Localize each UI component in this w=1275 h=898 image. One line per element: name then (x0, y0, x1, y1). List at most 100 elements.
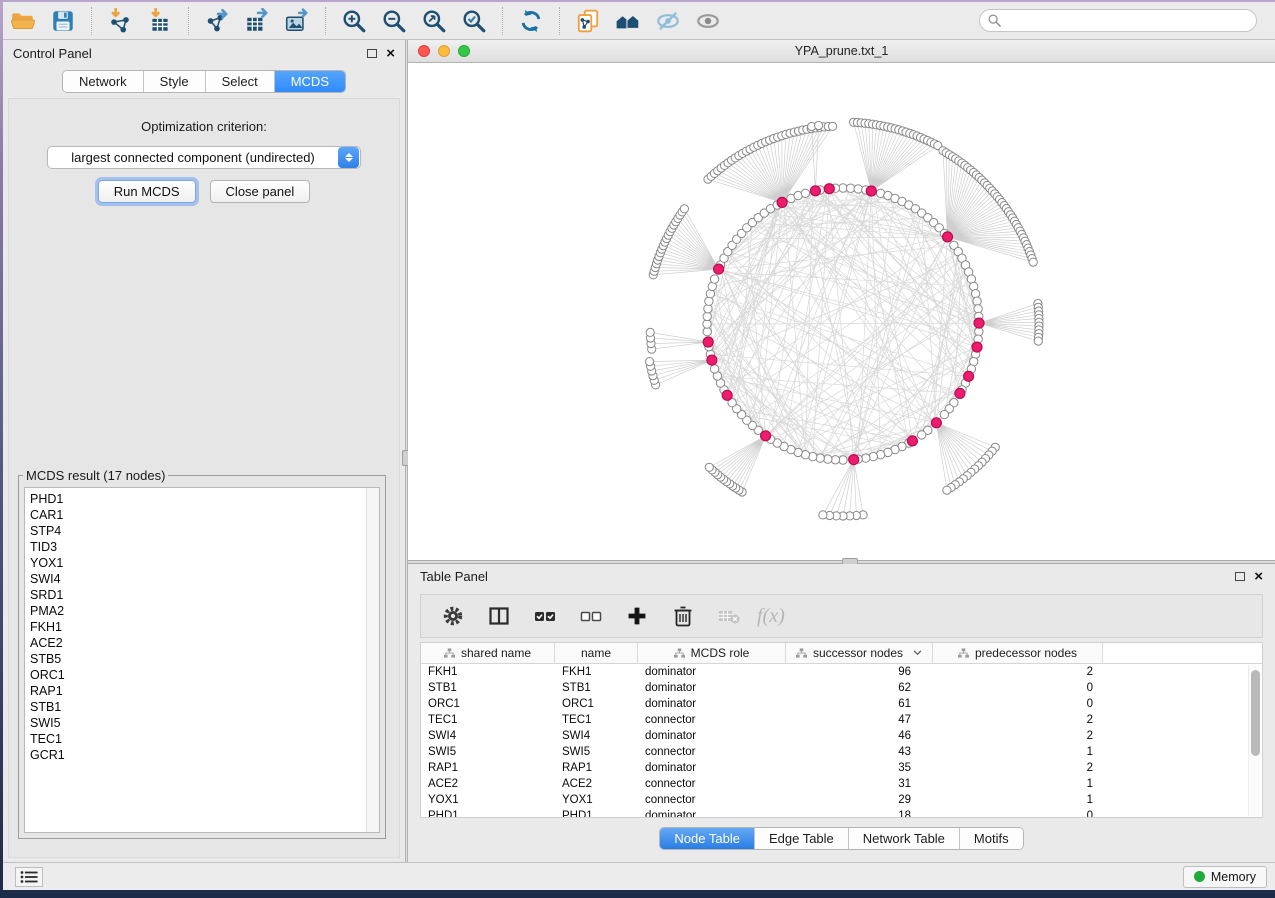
result-node[interactable]: GCR1 (30, 747, 366, 763)
table-row[interactable]: ACE2ACE2connector311 (421, 776, 1262, 792)
run-mcds-button[interactable]: Run MCDS (98, 180, 196, 203)
export-network-button[interactable] (197, 5, 237, 37)
float-panel-icon[interactable] (367, 49, 377, 58)
table-cell[interactable]: ORC1 (421, 698, 555, 710)
table-cell[interactable]: TEC1 (555, 714, 638, 726)
table-cell[interactable]: YOX1 (555, 794, 638, 806)
result-node[interactable]: RAP1 (30, 683, 366, 699)
result-node[interactable]: STB1 (30, 699, 366, 715)
tab-network[interactable]: Network (63, 71, 144, 92)
result-node[interactable]: ORC1 (30, 667, 366, 683)
result-node[interactable]: CAR1 (30, 507, 366, 523)
table-cell[interactable]: TEC1 (421, 714, 555, 726)
tab-node-table[interactable]: Node Table (660, 828, 755, 849)
result-node[interactable]: ACE2 (30, 635, 366, 651)
close-panel-button[interactable]: Close panel (210, 180, 311, 203)
table-cell[interactable]: SWI4 (421, 730, 555, 742)
table-cell[interactable]: FKH1 (421, 666, 555, 678)
zoom-fit-button[interactable] (414, 5, 454, 37)
table-cell[interactable]: SWI5 (421, 746, 555, 758)
table-cell[interactable]: 2 (933, 762, 1103, 774)
table-cell[interactable]: 29 (786, 794, 933, 806)
table-scrollbar[interactable] (1248, 665, 1261, 816)
table-cell[interactable]: SWI4 (555, 730, 638, 742)
table-cell[interactable]: dominator (638, 666, 786, 678)
table-row[interactable]: FKH1FKH1dominator962 (421, 664, 1262, 680)
memory-button[interactable]: Memory (1183, 866, 1267, 888)
apply-layout-button[interactable] (511, 5, 551, 37)
result-node[interactable]: TEC1 (30, 731, 366, 747)
result-node[interactable]: STP4 (30, 523, 366, 539)
result-node[interactable]: SWI5 (30, 715, 366, 731)
tab-select[interactable]: Select (206, 71, 275, 92)
result-node[interactable]: PHD1 (30, 491, 366, 507)
result-node[interactable]: SRD1 (30, 587, 366, 603)
table-cell[interactable]: dominator (638, 698, 786, 710)
hide-selected-button[interactable] (648, 5, 688, 37)
criterion-select[interactable]: largest connected component (undirected) (47, 146, 361, 169)
export-table-button[interactable] (237, 5, 277, 37)
table-cell[interactable]: 1 (933, 746, 1103, 758)
table-cell[interactable]: PHD1 (555, 810, 638, 818)
table-cell[interactable]: 61 (786, 698, 933, 710)
select-all-columns-button[interactable] (527, 599, 563, 633)
first-neighbors-button[interactable] (608, 5, 648, 37)
export-image-button[interactable] (277, 5, 317, 37)
table-cell[interactable]: 0 (933, 810, 1103, 818)
column-header-predecessor-nodes[interactable]: predecessor nodes (933, 643, 1103, 663)
table-cell[interactable]: 2 (933, 666, 1103, 678)
float-panel-icon[interactable] (1235, 572, 1245, 581)
table-cell[interactable]: RAP1 (555, 762, 638, 774)
unselect-all-columns-button[interactable] (573, 599, 609, 633)
table-row[interactable]: SWI4SWI4dominator462 (421, 728, 1262, 744)
result-node[interactable]: STB5 (30, 651, 366, 667)
table-cell[interactable]: connector (638, 778, 786, 790)
table-cell[interactable]: dominator (638, 730, 786, 742)
table-cell[interactable]: connector (638, 746, 786, 758)
tab-mcds[interactable]: MCDS (275, 71, 345, 92)
table-cell[interactable]: dominator (638, 762, 786, 774)
table-cell[interactable]: 2 (933, 730, 1103, 742)
tab-style[interactable]: Style (144, 71, 206, 92)
import-table-button[interactable] (140, 5, 180, 37)
delete-column-button[interactable] (665, 599, 701, 633)
table-cell[interactable]: FKH1 (555, 666, 638, 678)
table-cell[interactable]: RAP1 (421, 762, 555, 774)
create-column-button[interactable] (619, 599, 655, 633)
import-network-button[interactable] (100, 5, 140, 37)
table-row[interactable]: ORC1ORC1dominator610 (421, 696, 1262, 712)
table-cell[interactable]: 96 (786, 666, 933, 678)
table-cell[interactable]: ORC1 (555, 698, 638, 710)
close-panel-icon[interactable]: × (1254, 569, 1263, 584)
show-column-button[interactable] (481, 599, 517, 633)
table-cell[interactable]: 62 (786, 682, 933, 694)
result-node[interactable]: PMA2 (30, 603, 366, 619)
column-header-mcds-role[interactable]: MCDS role (638, 643, 786, 663)
table-cell[interactable]: YOX1 (421, 794, 555, 806)
tab-edge-table[interactable]: Edge Table (755, 828, 849, 849)
network-canvas[interactable] (408, 63, 1275, 560)
table-cell[interactable]: dominator (638, 682, 786, 694)
table-cell[interactable]: SWI5 (555, 746, 638, 758)
result-node[interactable]: YOX1 (30, 555, 366, 571)
table-scrollbar-thumb[interactable] (1251, 670, 1260, 756)
zoom-selected-button[interactable] (454, 5, 494, 37)
duplicate-network-button[interactable] (568, 5, 608, 37)
table-row[interactable]: TEC1TEC1connector472 (421, 712, 1262, 728)
table-cell[interactable]: 1 (933, 778, 1103, 790)
table-cell[interactable]: connector (638, 714, 786, 726)
column-header-successor-nodes[interactable]: successor nodes (786, 643, 933, 663)
network-graph[interactable] (408, 63, 1275, 560)
table-row[interactable]: PHD1PHD1dominator180 (421, 808, 1262, 818)
table-cell[interactable]: STB1 (421, 682, 555, 694)
table-cell[interactable]: ACE2 (555, 778, 638, 790)
table-row[interactable]: SWI5SWI5connector431 (421, 744, 1262, 760)
search-input[interactable] (979, 9, 1257, 32)
save-session-button[interactable] (43, 5, 83, 37)
column-header-name[interactable]: name (555, 643, 638, 663)
show-all-button[interactable] (688, 5, 728, 37)
table-cell[interactable]: 0 (933, 698, 1103, 710)
table-cell[interactable]: 18 (786, 810, 933, 818)
network-window-titlebar[interactable]: YPA_prune.txt_1 (408, 40, 1275, 63)
close-panel-icon[interactable]: × (386, 46, 395, 61)
